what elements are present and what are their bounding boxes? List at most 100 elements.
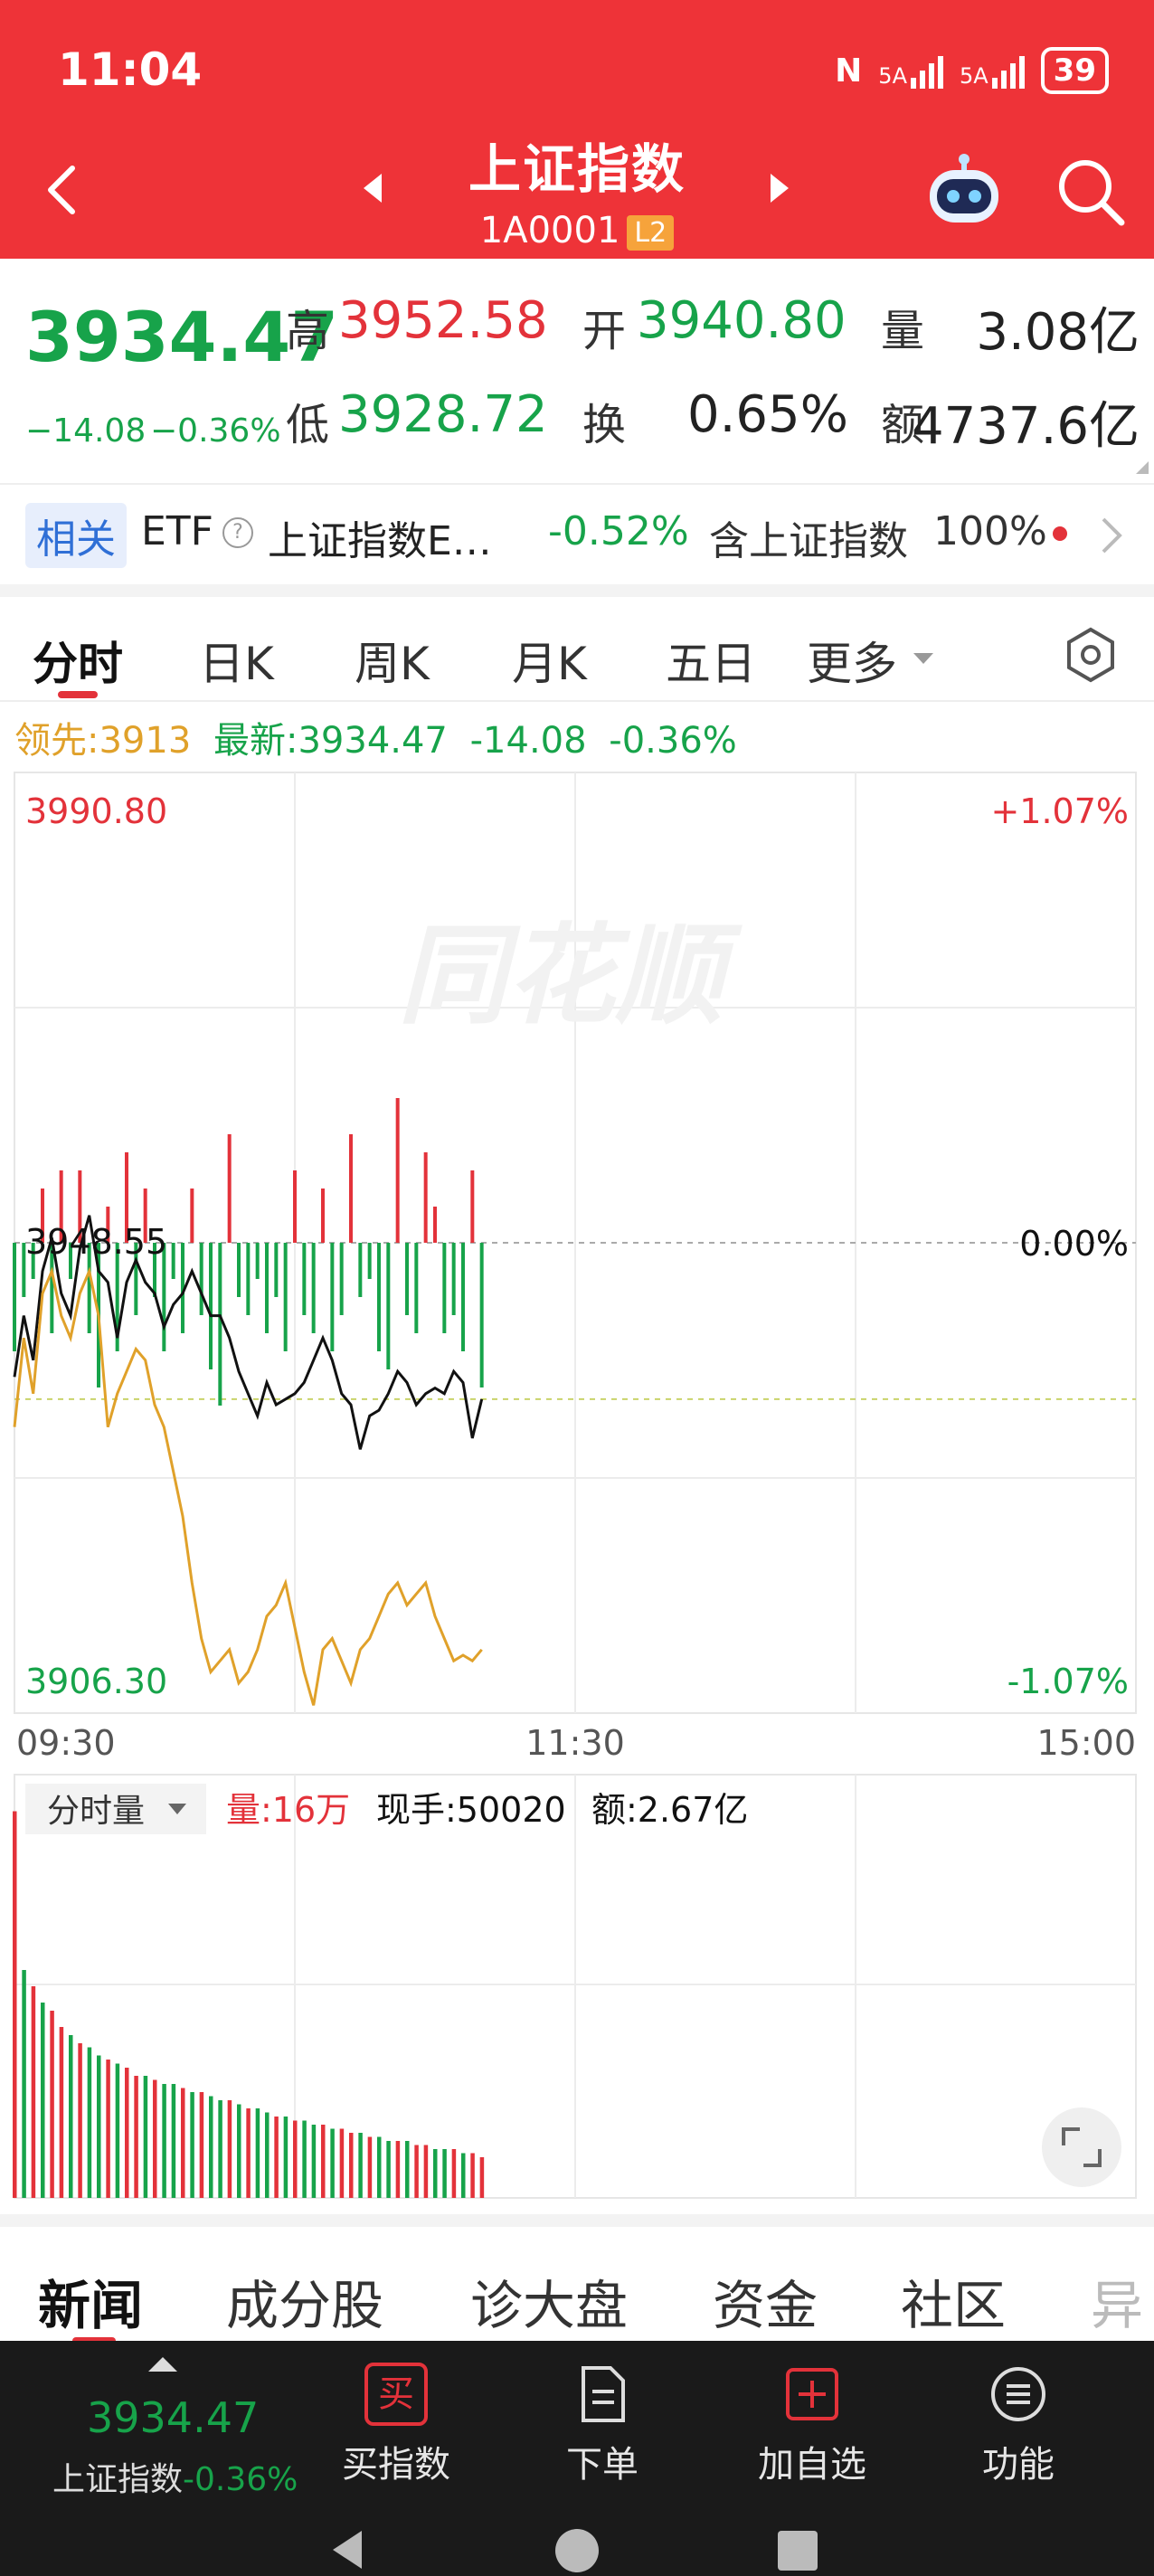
turnover-label: 换 bbox=[582, 400, 627, 450]
tab-diagnosis[interactable]: 诊大盘 bbox=[470, 2263, 628, 2339]
next-index-icon[interactable] bbox=[771, 174, 789, 203]
volume-bar bbox=[162, 2084, 166, 2198]
function-button[interactable]: 功能 bbox=[937, 2363, 1100, 2487]
intraday-chart[interactable]: 同花顺 3990.80 3906.30 +1.07% 0.00% -1.07% … bbox=[0, 769, 1154, 1764]
add-plus-icon bbox=[786, 2368, 838, 2420]
related-change: -0.52% bbox=[548, 508, 689, 554]
tab-constituents[interactable]: 成分股 bbox=[226, 2263, 383, 2339]
x-label-start: 09:30 bbox=[16, 1723, 116, 1763]
tab-intraday[interactable]: 分时 bbox=[33, 628, 123, 693]
nav-recents-icon[interactable] bbox=[776, 2529, 819, 2572]
lead-index-label: 领先:3913 bbox=[14, 720, 192, 762]
back-arrow-icon[interactable] bbox=[36, 163, 90, 217]
latest-change: -14.08 bbox=[469, 720, 587, 762]
volume-bar bbox=[470, 2153, 475, 2198]
nav-home-icon[interactable] bbox=[553, 2527, 601, 2574]
add-watchlist-label: 加自选 bbox=[758, 2444, 866, 2486]
battery-icon: 39 bbox=[1040, 47, 1109, 94]
network-type-1: 5A bbox=[878, 63, 907, 89]
volume-bar bbox=[451, 2149, 457, 2198]
volume-bar bbox=[339, 2128, 345, 2198]
volume-value: 3.08亿 bbox=[976, 303, 1140, 362]
related-name: 上证指数E… bbox=[268, 518, 492, 564]
toolbar-index-pct: -0.36% bbox=[183, 2461, 298, 2498]
volume-bar bbox=[125, 2068, 129, 2198]
toolbar-index-name: 上证指数 bbox=[52, 2461, 184, 2498]
bottom-toolbar: 3934.47 上证指数-0.36% 买 买指数 下单 加自选 功能 bbox=[0, 2341, 1154, 2576]
x-label-end: 15:00 bbox=[1036, 1723, 1136, 1763]
volume-bar bbox=[255, 2108, 260, 2198]
pct-mid-label: 0.00% bbox=[1019, 1224, 1129, 1264]
level2-badge: L2 bbox=[627, 214, 675, 251]
volume-bar bbox=[218, 2100, 222, 2198]
more-dropdown-icon[interactable] bbox=[913, 653, 933, 664]
expand-up-icon[interactable] bbox=[148, 2357, 177, 2372]
volume-bar bbox=[78, 2043, 82, 2198]
low-label: 低 bbox=[286, 400, 330, 450]
index-code: 1A0001 bbox=[479, 210, 620, 251]
contains-label: 含上证指数 bbox=[709, 518, 908, 564]
active-tab-underline bbox=[58, 691, 98, 698]
order-button[interactable]: 下单 bbox=[521, 2363, 684, 2487]
menu-circle-icon bbox=[991, 2367, 1045, 2421]
latest-label: 最新:3934.47 bbox=[213, 720, 448, 762]
x-label-mid: 11:30 bbox=[525, 1723, 625, 1763]
watermark-logo: 同花顺 bbox=[398, 914, 743, 1039]
y-bottom-label: 3906.30 bbox=[25, 1662, 167, 1701]
volume-bar bbox=[302, 2120, 307, 2198]
low-value: 3928.72 bbox=[338, 385, 548, 444]
fullscreen-button[interactable] bbox=[1042, 2107, 1121, 2187]
tab-weekly-k[interactable]: 周K bbox=[355, 628, 430, 693]
pct-bottom-label: -1.07% bbox=[1007, 1662, 1129, 1701]
volume-bar bbox=[433, 2149, 438, 2198]
tab-news[interactable]: 新闻 bbox=[38, 2263, 143, 2339]
tab-five-day[interactable]: 五日 bbox=[666, 628, 756, 693]
volume-bar bbox=[442, 2149, 447, 2198]
hand-reading: 现手:50020 bbox=[376, 1790, 566, 1830]
volume-bar bbox=[414, 2145, 419, 2198]
index-code-line: 1A0001 L2 bbox=[344, 210, 810, 251]
chevron-right-icon[interactable] bbox=[1100, 516, 1123, 555]
volume-bar bbox=[69, 2035, 73, 2198]
tab-more[interactable]: 更多 bbox=[807, 628, 897, 693]
volume-label: 量 bbox=[881, 306, 925, 356]
add-watchlist-button[interactable]: 加自选 bbox=[731, 2363, 894, 2487]
status-time: 11:04 bbox=[58, 43, 203, 96]
volume-bar bbox=[134, 2076, 138, 2198]
volume-bar bbox=[311, 2125, 317, 2198]
open-label: 开 bbox=[582, 306, 627, 356]
volume-bar bbox=[13, 1811, 17, 2198]
alert-dot-icon bbox=[1053, 526, 1067, 541]
related-etf-row[interactable]: 相关 ETF ? 上证指数E… -0.52% 含上证指数 100% bbox=[0, 483, 1154, 597]
assistant-robot-icon[interactable] bbox=[924, 152, 1004, 228]
amount-reading: 额:2.67亿 bbox=[591, 1790, 748, 1830]
title-block: 上证指数 1A0001 L2 bbox=[344, 127, 810, 251]
tab-monthly-k[interactable]: 月K bbox=[512, 628, 587, 693]
volume-bar bbox=[209, 2096, 213, 2198]
search-icon[interactable] bbox=[1055, 156, 1127, 228]
nfc-icon: N bbox=[835, 52, 863, 90]
nav-back-icon[interactable] bbox=[326, 2527, 371, 2572]
volume-bar bbox=[386, 2141, 391, 2198]
volume-bar bbox=[377, 2136, 382, 2198]
tab-abnormal[interactable]: 异 bbox=[1091, 2263, 1143, 2339]
volume-chart[interactable]: 分时量 量:16万 现手:50020 额:2.67亿 bbox=[0, 1771, 1154, 2202]
info-icon[interactable]: ? bbox=[222, 517, 253, 548]
tab-daily-k[interactable]: 日K bbox=[199, 628, 274, 693]
volume-bar bbox=[246, 2108, 251, 2198]
expand-corner-icon[interactable] bbox=[1136, 461, 1149, 474]
settings-hexagon-icon[interactable] bbox=[1062, 626, 1120, 684]
volume-bar bbox=[358, 2133, 363, 2198]
network-type-2: 5A bbox=[959, 63, 988, 89]
high-value: 3952.58 bbox=[338, 291, 548, 350]
volume-bar bbox=[423, 2145, 429, 2198]
tab-community[interactable]: 社区 bbox=[901, 2263, 1006, 2339]
chart-info-line: 领先:3913 最新:3934.47 -14.08 -0.36% bbox=[14, 711, 737, 763]
signal-icon-2: 5A bbox=[960, 52, 1025, 89]
buy-index-button[interactable]: 买 买指数 bbox=[315, 2363, 478, 2487]
related-type: ETF bbox=[141, 508, 213, 554]
signal-icon: 5A bbox=[878, 52, 943, 89]
tab-funds[interactable]: 资金 bbox=[713, 2263, 818, 2339]
amount-value: 4737.6亿 bbox=[912, 397, 1140, 456]
volume-bar bbox=[395, 2141, 401, 2198]
